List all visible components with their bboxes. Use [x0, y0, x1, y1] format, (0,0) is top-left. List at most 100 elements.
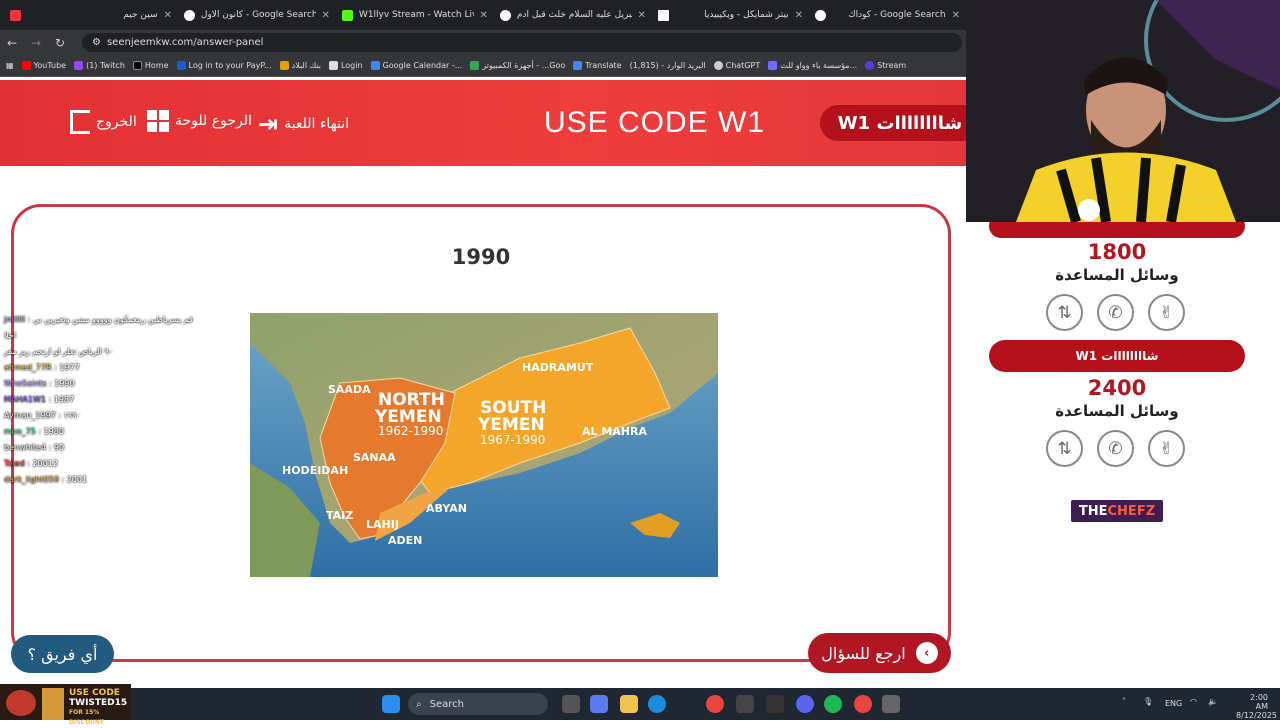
bookmark-item[interactable]: (1) Twitch	[74, 61, 125, 70]
which-team-button[interactable]: أي فريق ؟	[11, 635, 114, 673]
reload-icon[interactable]: ↻	[48, 36, 72, 50]
close-icon[interactable]: ✕	[164, 10, 172, 21]
team2-pill: W1 شاااااااات	[989, 340, 1245, 372]
chat-message: dark_light050 : 2001	[4, 472, 204, 488]
close-icon[interactable]: ✕	[638, 10, 646, 21]
chat-message: ahmed_77R : 1977	[4, 360, 204, 376]
bookmark-label: أجهزة الكمبيوتر - ...Goo	[482, 61, 566, 70]
team2-helpers: ⇅ ✆ ✌	[1046, 430, 1185, 467]
bookmark-item[interactable]: Log in to your PayP...	[176, 61, 272, 70]
tab-0[interactable]: سين جيم ✕	[4, 2, 178, 28]
back-to-board-button[interactable]: الرجوع للوحة	[147, 110, 252, 132]
promo-code-text: USE CODE W1	[544, 106, 766, 139]
tab-2[interactable]: W1llyv Stream - Watch Live on ✕	[336, 2, 494, 28]
exit-label: الخروج	[96, 114, 137, 130]
swap-icon[interactable]: ⇅	[1046, 430, 1083, 467]
task-view-icon[interactable]	[562, 695, 580, 713]
copilot-icon[interactable]	[590, 695, 608, 713]
close-icon[interactable]: ✕	[480, 10, 488, 21]
promo-line3: FOR 15% DISCOUNT	[69, 709, 105, 726]
yemen-map-image: SAADA NORTH YEMEN 1962-1990 SOUTH YEMEN …	[250, 313, 718, 577]
bookmark-item[interactable]: أجهزة الكمبيوتر - ...Goo	[470, 61, 565, 70]
promo-code: TWISTED15	[69, 698, 128, 708]
site-info-icon[interactable]: ⚙	[92, 37, 101, 48]
team1-helpers: ⇅ ✆ ✌	[1046, 294, 1185, 331]
chat-text: : قم يسرياطين رينعمكون ووووو ميتين وتعير…	[4, 315, 193, 340]
bookmark-item[interactable]: Stream	[865, 61, 906, 70]
close-icon[interactable]: ✕	[322, 10, 330, 21]
tab-title: كانون الأول - Google Search	[200, 10, 316, 20]
phone-icon[interactable]: ✆	[1097, 430, 1134, 467]
bookmark-item[interactable]: ChatGPT	[713, 61, 761, 70]
bookmark-item[interactable]: البريد الوارد - (1,815)	[630, 61, 706, 70]
bookmark-label: ChatGPT	[725, 61, 761, 70]
bookmark-label: Stream	[877, 61, 907, 70]
bookmark-item[interactable]: YouTube	[21, 61, 67, 70]
chat-user: benwhite4	[4, 443, 47, 452]
clock[interactable]: 2:00 AM 8/12/2025	[1236, 693, 1277, 720]
swap-icon[interactable]: ⇅	[1046, 294, 1083, 331]
stream-chat-overlay: jmlllll : قم يسرياطين رينعمكون ووووو ميت…	[4, 312, 204, 488]
bookmark-item[interactable]: Login	[328, 61, 363, 70]
apps-icon[interactable]: ▦	[6, 61, 14, 70]
app-icon[interactable]	[766, 695, 784, 713]
two-fingers-icon[interactable]: ✌	[1148, 430, 1185, 467]
chat-user: Tojed	[4, 459, 25, 468]
chat-user: WhoSaints	[4, 379, 47, 388]
taskbar-search[interactable]: ⌕ Search	[408, 693, 548, 715]
promo-banner: USE CODE TWISTED15 FOR 15% DISCOUNT	[0, 684, 131, 726]
edge-icon[interactable]	[648, 695, 666, 713]
chrome-icon[interactable]	[854, 695, 872, 713]
chat-text: : ١٩٩٠	[58, 411, 81, 420]
tab-title: سين جيم	[123, 10, 158, 20]
exit-button[interactable]: الخروج	[70, 110, 137, 134]
team1-score: 1800	[1087, 240, 1147, 264]
chat-user: ahmed_77R	[4, 363, 52, 372]
bookmark-label: Translate	[585, 61, 622, 70]
chat-text: ٩٠ الرياض تعلر لو ارتجم رير مقر	[4, 347, 114, 356]
spotify-icon[interactable]	[824, 695, 842, 713]
tab-3[interactable]: جبريل عليه السلام خلث قبل ادم ✕	[494, 2, 652, 28]
browser-tabbar: سين جيم ✕ كانون الأول - Google Search ✕ …	[0, 0, 966, 30]
app-icon[interactable]	[736, 695, 754, 713]
back-to-question-button[interactable]: ارجع للسؤال ‹	[808, 633, 951, 673]
team2-helpers-label: وسائل المساعدة	[1055, 402, 1179, 420]
bookmark-item[interactable]: Google Calendar -...	[370, 61, 462, 70]
door-exit-icon	[70, 110, 90, 134]
language-indicator[interactable]: ENG	[1165, 699, 1182, 708]
close-icon[interactable]: ✕	[795, 10, 803, 21]
bookmark-item[interactable]: مؤسسة باء وواو للث...	[768, 61, 857, 70]
bookmark-item[interactable]: بنك البلاد	[279, 61, 321, 70]
chat-message: Ayman_1997 : ١٩٩٠	[4, 408, 204, 424]
close-icon[interactable]: ✕	[952, 10, 960, 21]
site-icon	[10, 9, 21, 21]
volume-icon[interactable]: 🔈	[1208, 697, 1218, 706]
end-game-button[interactable]: ⇥ انتهاء اللعبة	[258, 110, 349, 138]
chevron-up-icon[interactable]: ˄	[1122, 697, 1126, 706]
file-explorer-icon[interactable]	[620, 695, 638, 713]
chrome-icon[interactable]	[706, 695, 724, 713]
chat-text: : 1977	[54, 363, 80, 372]
forward-arrow-icon[interactable]: →	[24, 36, 48, 50]
bookmark-item[interactable]: Home	[132, 61, 169, 70]
tab-4[interactable]: بيتر شمايكل - ويكيبيديا ✕	[652, 2, 809, 28]
bookmarks-bar: ▦ YouTube (1) Twitch Home Log in to your…	[0, 55, 966, 77]
chevron-left-icon: ‹	[915, 642, 938, 664]
kick-icon	[341, 9, 353, 21]
bookmark-item[interactable]: Translate	[573, 61, 622, 70]
back-arrow-icon[interactable]: ←	[0, 36, 24, 50]
tab-5[interactable]: كوداك - Google Search ✕	[809, 2, 966, 28]
url-input[interactable]: ⚙ seenjeemkw.com/answer-panel	[82, 33, 962, 52]
wifi-icon[interactable]: ◠	[1190, 697, 1197, 706]
phone-icon[interactable]: ✆	[1097, 294, 1134, 331]
grid-icon	[147, 110, 169, 132]
discord-icon[interactable]	[796, 695, 814, 713]
app-icon[interactable]	[882, 695, 900, 713]
chat-text: : 90	[48, 443, 65, 452]
bookmark-label: YouTube	[33, 61, 67, 70]
chat-user: MAHA1W1	[4, 395, 46, 404]
two-fingers-icon[interactable]: ✌	[1148, 294, 1185, 331]
microphone-icon[interactable]: 🎙	[1143, 697, 1153, 706]
windows-start-icon[interactable]	[382, 695, 400, 713]
tab-1[interactable]: كانون الأول - Google Search ✕	[178, 2, 336, 28]
